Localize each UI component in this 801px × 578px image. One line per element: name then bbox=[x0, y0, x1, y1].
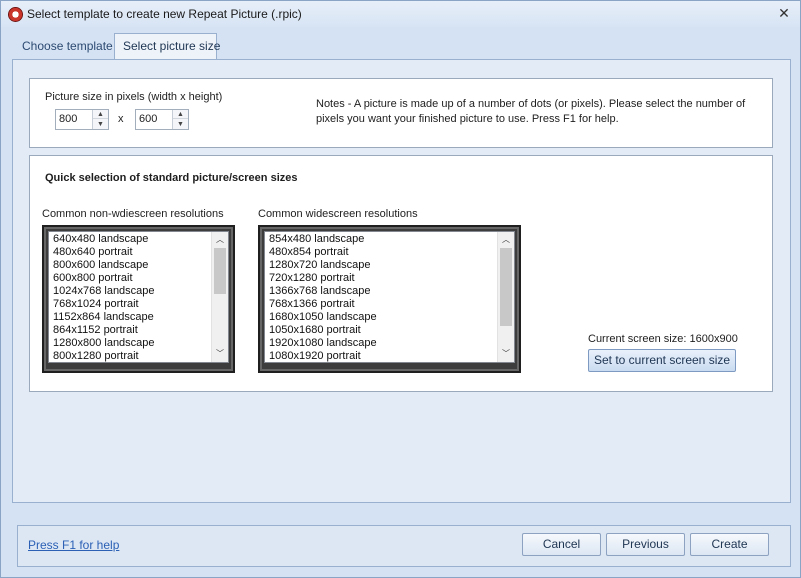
list-item[interactable]: 1280x800 landscape bbox=[53, 337, 210, 350]
list-item[interactable]: 768x1366 portrait bbox=[269, 298, 496, 311]
width-stepper[interactable]: 800 ▲ ▼ bbox=[55, 109, 109, 130]
non-widescreen-label: Common non-wdiescreen resolutions bbox=[42, 208, 224, 220]
widescreen-listbox[interactable]: 854x480 landscape 480x854 portrait 1280x72… bbox=[264, 231, 515, 363]
height-stepper-arrows: ▲ ▼ bbox=[172, 110, 188, 129]
list-item[interactable]: 1680x1050 landscape bbox=[269, 311, 496, 324]
width-value[interactable]: 800 bbox=[59, 113, 77, 125]
height-stepper[interactable]: 600 ▲ ▼ bbox=[135, 109, 189, 130]
notes-text: Notes - A picture is made up of a number… bbox=[316, 98, 746, 125]
widescreen-list: 854x480 landscape 480x854 portrait 1280x72… bbox=[269, 233, 496, 362]
app-logo-icon bbox=[8, 7, 23, 22]
list-item[interactable]: 1280x720 landscape bbox=[269, 259, 496, 272]
footer-bar: Press F1 for help Cancel Previous Create bbox=[17, 525, 791, 567]
list-item[interactable]: 720x1280 portrait bbox=[269, 272, 496, 285]
list-item[interactable]: 864x1152 portrait bbox=[53, 324, 210, 337]
tab-choose-template[interactable]: Choose template bbox=[14, 35, 114, 59]
title-bar: Select template to create new Repeat Pic… bbox=[1, 1, 800, 27]
widescreen-label: Common widescreen resolutions bbox=[258, 208, 418, 220]
scroll-down-icon[interactable]: ﹀ bbox=[212, 346, 228, 362]
tab-content: Picture size in pixels (width x height) … bbox=[12, 59, 791, 503]
height-value[interactable]: 600 bbox=[139, 113, 157, 125]
list-item[interactable]: 800x1280 portrait bbox=[53, 350, 210, 362]
list-item[interactable]: 768x1024 portrait bbox=[53, 298, 210, 311]
width-down-icon[interactable]: ▼ bbox=[93, 120, 108, 129]
quick-selection-panel: Quick selection of standard picture/scre… bbox=[29, 155, 773, 392]
help-link[interactable]: Press F1 for help bbox=[28, 538, 119, 552]
list-item[interactable]: 1920x1080 landscape bbox=[269, 337, 496, 350]
picture-size-label: Picture size in pixels (width x height) bbox=[45, 91, 223, 103]
scroll-down-icon[interactable]: ﹀ bbox=[498, 346, 514, 362]
list-item[interactable]: 800x600 landscape bbox=[53, 259, 210, 272]
non-widescreen-scrollbar[interactable]: ︿ ﹀ bbox=[211, 232, 228, 362]
list-item[interactable]: 640x480 landscape bbox=[53, 233, 210, 246]
list-item[interactable]: 480x640 portrait bbox=[53, 246, 210, 259]
current-screen-size: Current screen size: 1600x900 bbox=[588, 333, 738, 345]
picture-size-panel: Picture size in pixels (width x height) … bbox=[29, 78, 773, 148]
list-item[interactable]: 480x854 portrait bbox=[269, 246, 496, 259]
monitor-frame-widescreen: 854x480 landscape 480x854 portrait 1280x72… bbox=[258, 225, 521, 373]
width-up-icon[interactable]: ▲ bbox=[93, 110, 108, 119]
previous-button[interactable]: Previous bbox=[606, 533, 685, 556]
height-up-icon[interactable]: ▲ bbox=[173, 110, 188, 119]
list-item[interactable]: 1024x768 landscape bbox=[53, 285, 210, 298]
list-item[interactable]: 1152x864 landscape bbox=[53, 311, 210, 324]
list-item[interactable]: 1050x1680 portrait bbox=[269, 324, 496, 337]
monitor-frame-non-widescreen: 640x480 landscape 480x640 portrait 800x600… bbox=[42, 225, 235, 373]
quick-selection-heading: Quick selection of standard picture/scre… bbox=[45, 172, 298, 184]
scroll-thumb[interactable] bbox=[500, 248, 512, 326]
size-separator: x bbox=[118, 113, 124, 125]
width-stepper-arrows: ▲ ▼ bbox=[92, 110, 108, 129]
close-icon[interactable]: ✕ bbox=[776, 5, 792, 21]
list-item[interactable]: 1080x1920 portrait bbox=[269, 350, 496, 362]
list-item[interactable]: 600x800 portrait bbox=[53, 272, 210, 285]
widescreen-scrollbar[interactable]: ︿ ﹀ bbox=[497, 232, 514, 362]
scroll-up-icon[interactable]: ︿ bbox=[498, 232, 514, 248]
list-item[interactable]: 1366x768 landscape bbox=[269, 285, 496, 298]
window-title: Select template to create new Repeat Pic… bbox=[27, 7, 302, 21]
non-widescreen-list: 640x480 landscape 480x640 portrait 800x600… bbox=[53, 233, 210, 362]
non-widescreen-listbox[interactable]: 640x480 landscape 480x640 portrait 800x600… bbox=[48, 231, 229, 363]
list-item[interactable]: 854x480 landscape bbox=[269, 233, 496, 246]
scroll-thumb[interactable] bbox=[214, 248, 226, 294]
tab-select-picture-size[interactable]: Select picture size bbox=[114, 33, 220, 59]
dialog-window: Select template to create new Repeat Pic… bbox=[0, 0, 801, 578]
create-button[interactable]: Create bbox=[690, 533, 769, 556]
height-down-icon[interactable]: ▼ bbox=[173, 120, 188, 129]
scroll-up-icon[interactable]: ︿ bbox=[212, 232, 228, 248]
cancel-button[interactable]: Cancel bbox=[522, 533, 601, 556]
set-current-screen-size-button[interactable]: Set to current screen size bbox=[588, 349, 736, 372]
